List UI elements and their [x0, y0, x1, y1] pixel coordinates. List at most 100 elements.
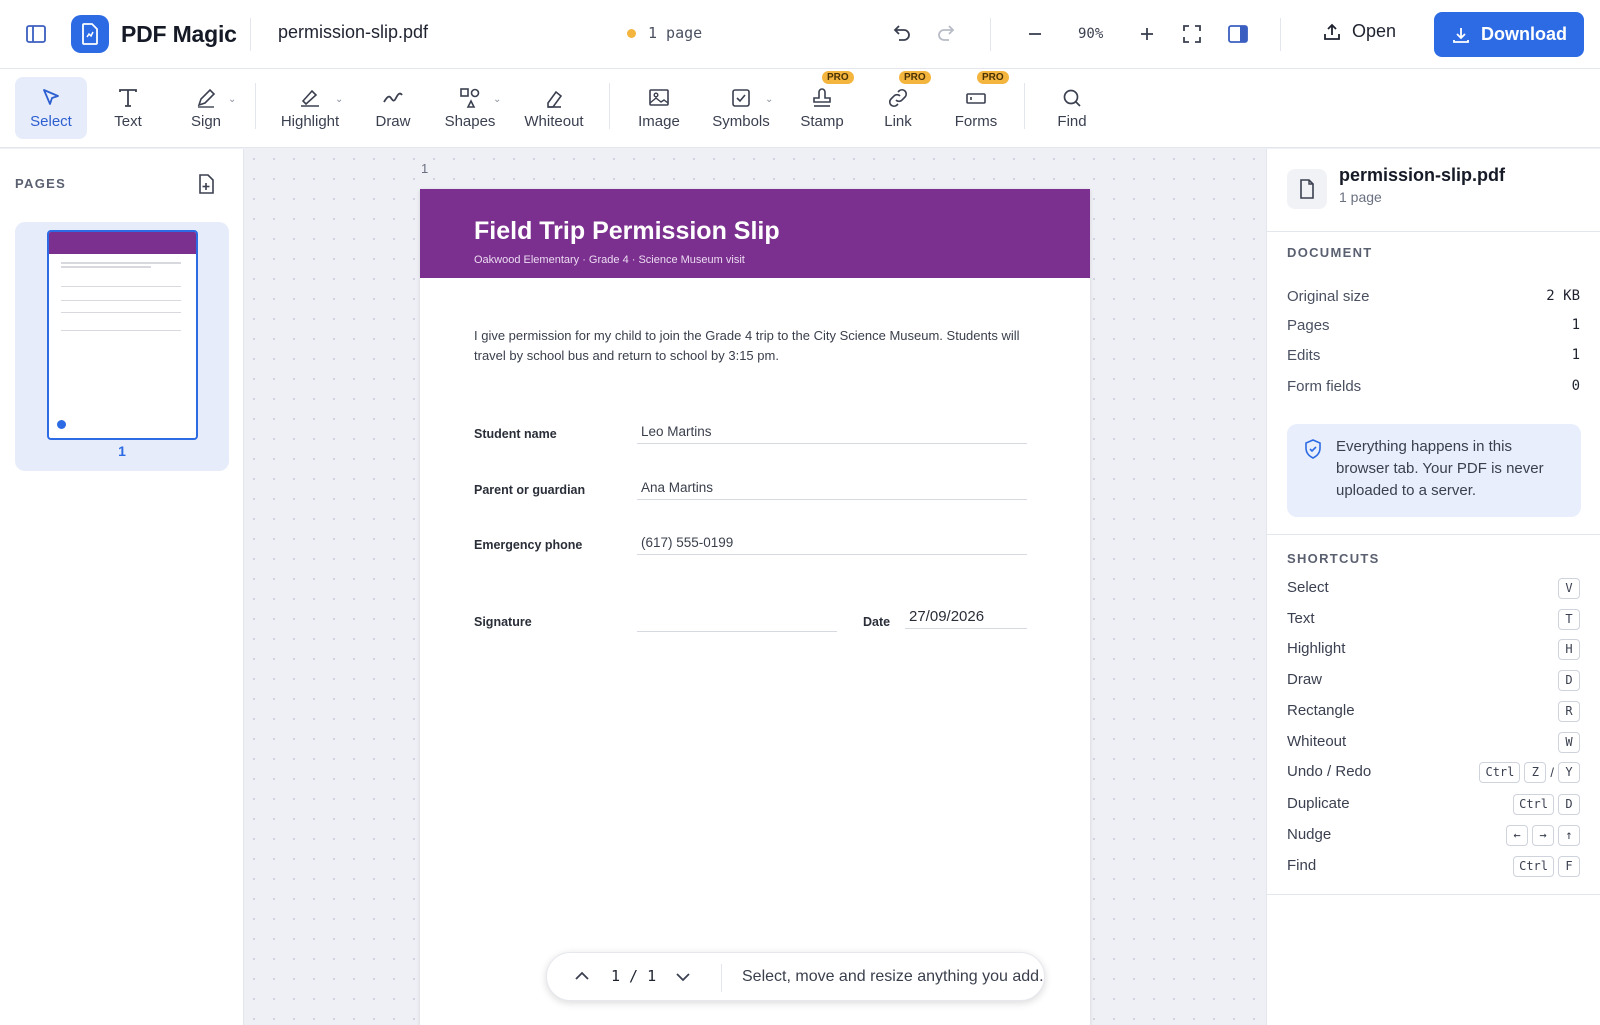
shortcut-keys: V	[1558, 578, 1580, 599]
tool-find-label: Find	[1057, 112, 1087, 130]
keyboard-key: D	[1558, 794, 1580, 815]
highlight-chevron-down-icon[interactable]: ⌄	[335, 94, 343, 105]
pdf-page[interactable]: Field Trip Permission Slip Oakwood Eleme…	[420, 189, 1090, 1025]
document-canvas[interactable]: 1 Field Trip Permission Slip Oakwood Ele…	[244, 149, 1266, 1025]
panel-page-count: 1 page	[1339, 189, 1382, 205]
tool-highlight[interactable]: Highlight	[275, 77, 345, 139]
shapes-chevron-down-icon[interactable]: ⌄	[493, 94, 501, 105]
document-info-panel: permission-slip.pdf 1 page DOCUMENT Orig…	[1266, 149, 1600, 1025]
app-name: PDF Magic	[121, 20, 237, 47]
keyboard-key: Ctrl	[1479, 762, 1521, 783]
tool-hint: Select, move and resize anything you add…	[742, 968, 1044, 985]
keyboard-key: Z	[1524, 762, 1547, 783]
date-label: Date	[863, 615, 891, 629]
undo-button[interactable]	[884, 17, 918, 51]
tool-highlight-label: Highlight	[280, 112, 340, 130]
shortcut-label: Whiteout	[1287, 733, 1347, 750]
open-button[interactable]: Open	[1322, 21, 1396, 42]
zoom-in-button[interactable]	[1130, 17, 1164, 51]
keyboard-key: W	[1558, 732, 1580, 753]
keyboard-key: Ctrl	[1513, 856, 1554, 877]
forms-pro-badge: PRO	[977, 71, 1009, 84]
shortcuts-section-title: SHORTCUTS	[1287, 551, 1380, 566]
student-name-field[interactable]: Leo Martins	[637, 422, 1027, 444]
sidebar-icon	[26, 25, 46, 43]
thumbnail-page-number: 1	[118, 443, 126, 459]
shapes-icon	[460, 87, 480, 108]
parent-guardian-field[interactable]: Ana Martins	[637, 478, 1027, 500]
tool-sign[interactable]: Sign	[178, 77, 234, 139]
add-page-button[interactable]	[196, 173, 216, 200]
key-separator: /	[1550, 765, 1554, 780]
document-subtitle: Oakwood Elementary · Grade 4 · Science M…	[474, 254, 745, 266]
tool-link-label: Link	[884, 112, 912, 130]
thumbnail-header	[49, 232, 196, 254]
toggle-sidebar-button[interactable]	[19, 17, 53, 51]
page-thumbnail-card[interactable]: 1	[15, 222, 229, 471]
zoom-out-button[interactable]	[1018, 17, 1052, 51]
document-title: Field Trip Permission Slip	[474, 217, 780, 245]
tool-whiteout[interactable]: Whiteout	[516, 77, 592, 139]
redo-icon	[938, 25, 955, 41]
page-count-label: 1 page	[648, 24, 703, 42]
current-page-dot	[57, 420, 66, 429]
pages-key: Pages	[1287, 317, 1330, 334]
fit-page-button[interactable]	[1175, 17, 1209, 51]
tool-forms[interactable]: Forms	[946, 77, 1006, 139]
keyboard-key: ↑	[1558, 825, 1580, 846]
undo-icon	[893, 25, 910, 41]
pages-value: 1	[1571, 317, 1580, 333]
tool-link[interactable]: Link	[870, 77, 926, 139]
keyboard-key: Ctrl	[1513, 794, 1554, 815]
symbols-chevron-down-icon[interactable]: ⌄	[765, 94, 773, 105]
app-logo: PDF Magic	[71, 15, 237, 53]
shortcut-keys: ← → ↑	[1506, 825, 1580, 846]
keyboard-key: R	[1558, 701, 1580, 722]
eraser-icon	[547, 90, 563, 108]
tool-shapes[interactable]: Shapes	[438, 77, 502, 139]
shortcut-keys: Ctrl Z / Y	[1479, 762, 1580, 783]
tool-forms-label: Forms	[954, 112, 998, 130]
tool-symbols[interactable]: Symbols	[708, 77, 774, 139]
form-field-icon	[966, 92, 986, 104]
add-file-icon	[199, 174, 214, 194]
search-icon	[1063, 89, 1081, 107]
cursor-arrow-icon	[43, 88, 59, 105]
pages-title: PAGES	[15, 176, 67, 191]
page-index-label: 1	[421, 161, 429, 176]
document-section-title: DOCUMENT	[1287, 245, 1373, 260]
page-thumbnail[interactable]	[47, 230, 198, 440]
tool-find[interactable]: Find	[1044, 77, 1100, 139]
original-size-key: Original size	[1287, 288, 1370, 305]
shortcut-label: Text	[1287, 610, 1315, 627]
tool-text[interactable]: Text	[100, 77, 156, 139]
top-bar: PDF Magic permission-slip.pdf 1 page 90%…	[0, 0, 1600, 69]
toggle-right-panel-button[interactable]	[1221, 17, 1255, 51]
redo-button[interactable]	[930, 17, 964, 51]
next-page-button[interactable]	[673, 967, 693, 992]
shortcut-keys: R	[1558, 701, 1580, 722]
keyboard-key: →	[1532, 825, 1554, 846]
stamp-icon	[813, 87, 831, 107]
signature-field[interactable]	[637, 610, 837, 632]
chevron-up-icon	[575, 971, 589, 980]
shortcut-label: Highlight	[1287, 640, 1346, 657]
edits-key: Edits	[1287, 347, 1321, 364]
sign-chevron-down-icon[interactable]: ⌄	[228, 94, 236, 105]
emergency-phone-field[interactable]: (617) 555-0199	[637, 533, 1027, 555]
tool-stamp[interactable]: Stamp	[794, 77, 850, 139]
tool-draw[interactable]: Draw	[365, 77, 421, 139]
tools-toolbar: Select Text Sign ⌄ Highlight ⌄ Draw Shap…	[0, 69, 1600, 148]
original-size-value: 2 KB	[1546, 288, 1580, 304]
open-label: Open	[1352, 21, 1397, 41]
download-button[interactable]: Download	[1434, 12, 1584, 57]
zoom-level[interactable]: 90%	[1078, 26, 1103, 42]
checkbox-icon	[732, 88, 750, 107]
date-field[interactable]: 27/09/2026	[905, 607, 1027, 629]
panel-file-name: permission-slip.pdf	[1339, 165, 1506, 185]
previous-page-button[interactable]	[572, 966, 592, 991]
document-body-text: I give permission for my child to join t…	[474, 328, 1020, 363]
tool-image[interactable]: Image	[630, 77, 688, 139]
keyboard-key: V	[1558, 578, 1580, 599]
tool-select[interactable]: Select	[15, 77, 87, 139]
